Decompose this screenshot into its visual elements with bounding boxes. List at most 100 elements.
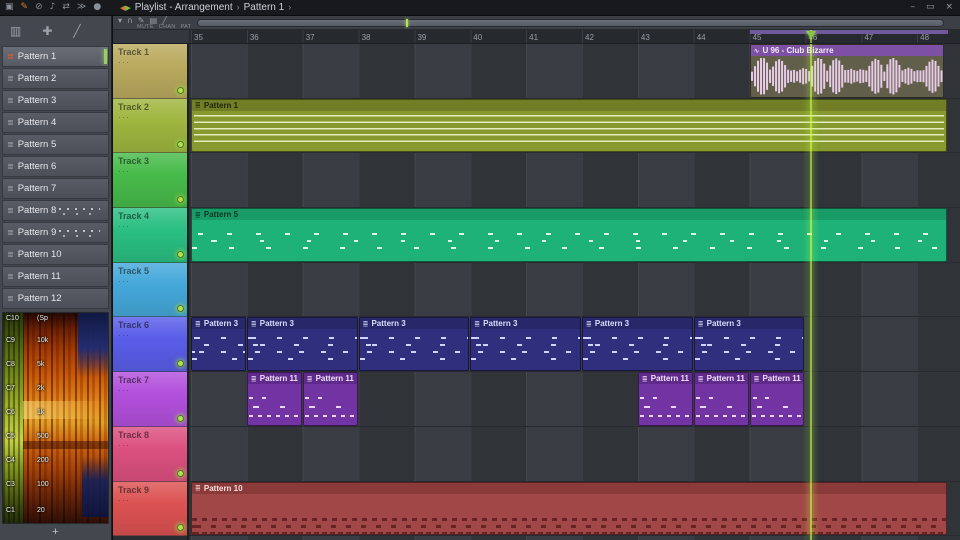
playlist-grid[interactable]: ∿ U 96 - Club Bizarre ≣ Pattern 1 ≣ Pattern 5…	[189, 44, 960, 540]
clip-header[interactable]: ≣ Pattern 11	[638, 373, 692, 385]
track-options-dots[interactable]: ···	[118, 385, 130, 395]
slide-tool-icon[interactable]: ╱	[73, 24, 80, 38]
clip-pattern[interactable]: ≣ Pattern 3	[693, 317, 805, 371]
track-row[interactable]: ≣ Pattern 3 ≣ Pattern 3 ≣ Pattern 3 ≣ Pattern 3…	[189, 317, 960, 373]
clip-pattern[interactable]: ≣ Pattern 3	[582, 317, 693, 371]
track-options-dots[interactable]: ···	[118, 495, 130, 505]
menu-icon[interactable]: ▾	[118, 16, 122, 25]
track-enable-led[interactable]	[177, 469, 184, 477]
clip-pattern[interactable]: ≣ Pattern 11	[749, 372, 805, 426]
clip-header[interactable]: ∿ U 96 - Club Bizarre	[750, 45, 944, 56]
playhead-marker[interactable]	[806, 31, 817, 39]
track-enable-led[interactable]	[177, 250, 184, 258]
clip-header[interactable]: ≣ Pattern 5	[192, 209, 946, 221]
track-row[interactable]	[189, 153, 960, 209]
pattern-item[interactable]: ≣ Pattern 4	[2, 112, 109, 133]
track-header[interactable]: Track 4 ···	[113, 208, 187, 263]
pattern-item[interactable]: ≣ Pattern 7	[2, 178, 109, 199]
track-options-dots[interactable]: ···	[118, 276, 130, 286]
clip-header[interactable]: ≣ Pattern 11	[247, 373, 301, 385]
pattern-item[interactable]: ≣ Pattern 1	[2, 46, 109, 67]
clip-header[interactable]: ≣ Pattern 11	[303, 373, 357, 385]
clip-header[interactable]: ≣ Pattern 3	[247, 318, 357, 330]
clip-pattern[interactable]: ≣ Pattern 3	[191, 317, 246, 371]
minimize-button[interactable]: –	[910, 0, 915, 15]
clip-pattern[interactable]: ≣ Pattern 3	[358, 317, 470, 371]
pattern-item[interactable]: ≣ Pattern 6	[2, 156, 109, 177]
track-options-dots[interactable]: ···	[118, 221, 130, 231]
typing-keyboard-icon[interactable]: ♪	[50, 0, 56, 15]
playlist-grid-icon[interactable]: ▥	[10, 24, 21, 38]
fast-forward-icon[interactable]: ≫	[77, 0, 86, 15]
clip-pattern[interactable]: ≣ Pattern 11	[246, 372, 302, 426]
no-entry-icon[interactable]: ⊘	[35, 0, 43, 15]
track-enable-led[interactable]	[177, 414, 184, 422]
pattern-item[interactable]: ≣ Pattern 3	[2, 90, 109, 111]
pattern-item[interactable]: ≣ Pattern 9	[2, 222, 109, 243]
clip-pattern[interactable]: ≣ Pattern 11	[302, 372, 358, 426]
pattern-item[interactable]: ≣ Pattern 2	[2, 68, 109, 89]
pencil-icon[interactable]: ✎	[21, 0, 29, 15]
clip-audio[interactable]: ∿ U 96 - Club Bizarre	[749, 44, 945, 98]
swap-arrows-icon[interactable]: ⇄	[62, 0, 70, 15]
timeline-ruler[interactable]: 35 36 37 38 39 40 41 42 43 44 45 46 47 48	[189, 30, 960, 44]
clip-header[interactable]: ≣ Pattern 11	[750, 373, 804, 385]
clip-header[interactable]: ≣ Pattern 3	[192, 318, 245, 330]
close-button[interactable]: ×	[945, 0, 953, 15]
track-options-dots[interactable]: ···	[118, 57, 130, 67]
clip-pattern[interactable]: ≣ Pattern 11	[693, 372, 749, 426]
clip-pattern[interactable]: ≣ Pattern 5	[191, 208, 947, 262]
maximize-button[interactable]: ▭	[926, 0, 935, 15]
track-row[interactable]: ≣ Pattern 5	[189, 208, 960, 263]
clip-pattern[interactable]: ≣ Pattern 10	[191, 481, 947, 535]
clip-header[interactable]: ≣ Pattern 3	[359, 318, 469, 330]
track-header[interactable]: Track 6 ···	[113, 317, 187, 373]
clip-header[interactable]: ≣ Pattern 3	[694, 318, 804, 330]
track-options-dots[interactable]: ···	[118, 440, 130, 450]
track-header[interactable]: Track 7 ···	[113, 372, 187, 427]
track-row[interactable]: ≣ Pattern 1	[189, 98, 960, 154]
clip-pattern[interactable]: ≣ Pattern 3	[470, 317, 582, 371]
track-header[interactable]: Track 2 ···	[113, 98, 187, 154]
pattern-item[interactable]: ≣ Pattern 8	[2, 200, 109, 221]
track-header[interactable]: Track 9 ···	[113, 481, 187, 537]
track-row[interactable]	[189, 263, 960, 318]
clip-header[interactable]: ≣ Pattern 1	[192, 99, 946, 111]
app-icon[interactable]: ▣	[5, 0, 14, 15]
pattern-item[interactable]: ≣ Pattern 12	[2, 288, 109, 309]
clip-pattern[interactable]: ≣ Pattern 11	[637, 372, 693, 426]
pattern-item[interactable]: ≣ Pattern 5	[2, 134, 109, 155]
track-enable-led[interactable]	[177, 305, 184, 313]
move-tool-icon[interactable]: ✚	[42, 24, 52, 38]
track-options-dots[interactable]: ···	[118, 330, 130, 340]
track-enable-led[interactable]	[177, 86, 184, 94]
clip-header[interactable]: ≣ Pattern 3	[471, 318, 581, 330]
track-header[interactable]: Track 5 ···	[113, 262, 187, 318]
track-enable-led[interactable]	[177, 524, 184, 532]
horizontal-scrollbar[interactable]	[197, 19, 944, 27]
add-button[interactable]: +	[0, 525, 111, 539]
track-row[interactable]	[189, 427, 960, 482]
track-header[interactable]: Track 3 ···	[113, 153, 187, 209]
track-enable-led[interactable]	[177, 141, 184, 149]
clip-header[interactable]: ≣ Pattern 10	[192, 482, 946, 494]
clip-header[interactable]: ≣ Pattern 3	[583, 318, 692, 330]
clip-pattern[interactable]: ≣ Pattern 3	[246, 317, 358, 371]
track-options-dots[interactable]: ···	[118, 166, 130, 176]
track-enable-led[interactable]	[177, 196, 184, 204]
track-row[interactable]: ≣ Pattern 11 ≣ Pattern 11 ≣ Pattern 11 ≣ Patter…	[189, 372, 960, 427]
magnet-icon[interactable]: ∩	[127, 16, 133, 25]
pattern-item[interactable]: ≣ Pattern 11	[2, 266, 109, 287]
playhead[interactable]	[810, 44, 813, 540]
track-options-dots[interactable]: ···	[118, 112, 130, 122]
record-icon[interactable]: ●	[93, 0, 101, 15]
pattern-item[interactable]: ≣ Pattern 10	[2, 244, 109, 265]
track-row[interactable]: ≣ Pattern 10	[189, 481, 960, 537]
track-enable-led[interactable]	[177, 360, 184, 368]
track-header[interactable]: Track 1 ···	[113, 44, 187, 99]
clip-pattern[interactable]: ≣ Pattern 1	[191, 98, 947, 153]
track-row[interactable]: ∿ U 96 - Club Bizarre	[189, 44, 960, 99]
track-header[interactable]: Track 8 ···	[113, 426, 187, 482]
clip-header[interactable]: ≣ Pattern 11	[694, 373, 748, 385]
scrollbar-thumb[interactable]	[198, 20, 943, 26]
